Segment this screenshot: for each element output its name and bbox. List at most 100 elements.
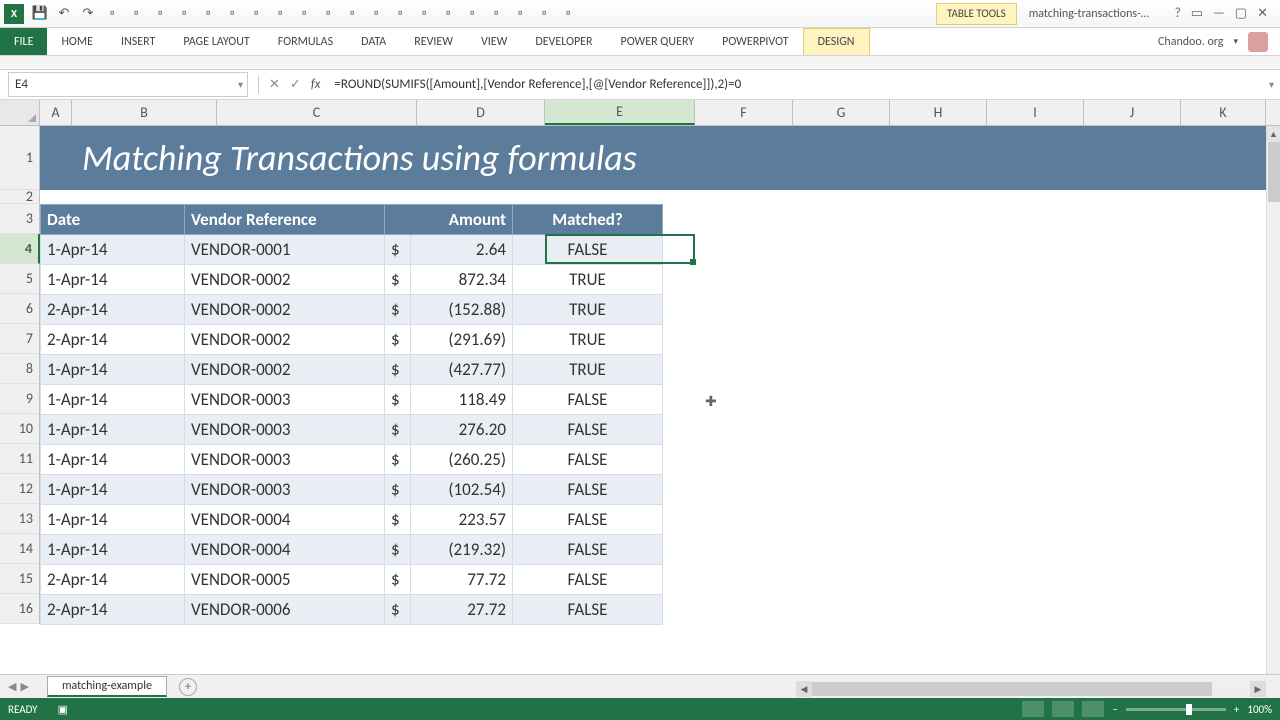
cell-matched[interactable]: FALSE <box>513 595 663 625</box>
tab-insert[interactable]: INSERT <box>107 28 169 55</box>
cell-currency[interactable]: $ <box>385 355 411 385</box>
scroll-up-icon[interactable]: ▲ <box>1267 126 1280 142</box>
qat-btn[interactable]: ▫ <box>316 3 340 25</box>
cell-amount[interactable]: 872.34 <box>411 265 513 295</box>
table-row[interactable]: 2-Apr-14VENDOR-0005$77.72FALSE <box>41 565 663 595</box>
cell-date[interactable]: 1-Apr-14 <box>41 355 185 385</box>
cell-date[interactable]: 2-Apr-14 <box>41 595 185 625</box>
col-header[interactable]: B <box>72 100 217 125</box>
cell-vendor[interactable]: VENDOR-0002 <box>185 265 385 295</box>
cell-matched[interactable]: TRUE <box>513 265 663 295</box>
cell-matched[interactable]: FALSE <box>513 385 663 415</box>
sheet-prev-icon[interactable]: ◀ <box>8 680 16 693</box>
row-header[interactable]: 2 <box>0 190 40 204</box>
tab-data[interactable]: DATA <box>347 28 400 55</box>
th-matched[interactable]: Matched? <box>513 205 663 235</box>
cell-currency[interactable]: $ <box>385 595 411 625</box>
table-row[interactable]: 1-Apr-14VENDOR-0002$(427.77)TRUE <box>41 355 663 385</box>
view-break-icon[interactable] <box>1082 701 1104 717</box>
cell-amount[interactable]: (219.32) <box>411 535 513 565</box>
cell-amount[interactable]: 118.49 <box>411 385 513 415</box>
cell-amount[interactable]: (102.54) <box>411 475 513 505</box>
row-header[interactable]: 3 <box>0 204 40 234</box>
cell-vendor[interactable]: VENDOR-0003 <box>185 445 385 475</box>
qat-btn[interactable]: ▫ <box>196 3 220 25</box>
qat-btn[interactable]: ▫ <box>124 3 148 25</box>
macro-record-icon[interactable]: ▣ <box>58 703 68 716</box>
account-label[interactable]: Chandoo. org <box>1158 35 1223 49</box>
avatar-icon[interactable] <box>1248 32 1268 52</box>
cell-vendor[interactable]: VENDOR-0001 <box>185 235 385 265</box>
cell-vendor[interactable]: VENDOR-0006 <box>185 595 385 625</box>
scroll-right-icon[interactable]: ▶ <box>1250 681 1266 697</box>
qat-btn[interactable]: ▫ <box>532 3 556 25</box>
cell-currency[interactable]: $ <box>385 235 411 265</box>
cell-vendor[interactable]: VENDOR-0003 <box>185 385 385 415</box>
cell-vendor[interactable]: VENDOR-0002 <box>185 355 385 385</box>
cell-date[interactable]: 2-Apr-14 <box>41 325 185 355</box>
col-header[interactable]: G <box>793 100 890 125</box>
tab-powerpivot[interactable]: POWERPIVOT <box>708 28 802 55</box>
col-header[interactable]: F <box>695 100 793 125</box>
tab-developer[interactable]: DEVELOPER <box>521 28 606 55</box>
qat-btn[interactable]: ▫ <box>364 3 388 25</box>
col-header[interactable]: D <box>417 100 545 125</box>
cell-vendor[interactable]: VENDOR-0002 <box>185 325 385 355</box>
title-cell[interactable]: Matching Transactions using formulas <box>40 126 1266 190</box>
table-row[interactable]: 1-Apr-14VENDOR-0004$223.57FALSE <box>41 505 663 535</box>
cell-matched[interactable]: TRUE <box>513 355 663 385</box>
cell-date[interactable]: 1-Apr-14 <box>41 235 185 265</box>
save-icon[interactable]: 💾 <box>28 3 52 25</box>
minimize-icon[interactable]: — <box>1213 6 1225 21</box>
col-header[interactable]: A <box>40 100 72 125</box>
name-box[interactable]: E4 ▾ <box>8 72 248 97</box>
tab-power-query[interactable]: POWER QUERY <box>607 28 709 55</box>
zoom-in-icon[interactable]: + <box>1234 703 1239 716</box>
cell-currency[interactable]: $ <box>385 445 411 475</box>
cell-matched[interactable]: FALSE <box>513 505 663 535</box>
view-layout-icon[interactable] <box>1052 701 1074 717</box>
qat-btn[interactable]: ▫ <box>556 3 580 25</box>
cell-amount[interactable]: 223.57 <box>411 505 513 535</box>
scroll-left-icon[interactable]: ◀ <box>796 681 812 697</box>
cell-date[interactable]: 1-Apr-14 <box>41 535 185 565</box>
cell-amount[interactable]: (152.88) <box>411 295 513 325</box>
row-header[interactable]: 15 <box>0 564 40 594</box>
row-header[interactable]: 13 <box>0 504 40 534</box>
tab-design[interactable]: DESIGN <box>803 28 870 55</box>
row-header[interactable]: 9 <box>0 384 40 414</box>
view-normal-icon[interactable] <box>1022 701 1044 717</box>
cell-currency[interactable]: $ <box>385 385 411 415</box>
cell-amount[interactable]: 77.72 <box>411 565 513 595</box>
undo-icon[interactable]: ↶ <box>52 3 76 25</box>
qat-btn[interactable]: ▫ <box>388 3 412 25</box>
sheet-tab[interactable]: matching-example <box>47 676 167 697</box>
qat-btn[interactable]: ▫ <box>460 3 484 25</box>
col-header[interactable]: I <box>987 100 1084 125</box>
qat-btn[interactable]: ▫ <box>268 3 292 25</box>
qat-btn[interactable]: ▫ <box>292 3 316 25</box>
row-header[interactable]: 16 <box>0 594 40 624</box>
table-row[interactable]: 2-Apr-14VENDOR-0002$(291.69)TRUE <box>41 325 663 355</box>
table-row[interactable]: 2-Apr-14VENDOR-0002$(152.88)TRUE <box>41 295 663 325</box>
col-header[interactable]: K <box>1181 100 1266 125</box>
row-header[interactable]: 14 <box>0 534 40 564</box>
redo-icon[interactable]: ↷ <box>76 3 100 25</box>
chevron-down-icon[interactable]: ▾ <box>238 78 243 91</box>
cell-matched[interactable]: TRUE <box>513 295 663 325</box>
qat-btn[interactable]: ▫ <box>412 3 436 25</box>
table-row[interactable]: 1-Apr-14VENDOR-0003$118.49FALSE <box>41 385 663 415</box>
cell-date[interactable]: 1-Apr-14 <box>41 385 185 415</box>
tab-home[interactable]: HOME <box>47 28 107 55</box>
th-date[interactable]: Date <box>41 205 185 235</box>
row-header[interactable]: 7 <box>0 324 40 354</box>
cell-date[interactable]: 1-Apr-14 <box>41 265 185 295</box>
formula-input[interactable]: =ROUND(SUMIFS([Amount],[Vendor Reference… <box>326 70 1280 99</box>
cell-matched[interactable]: FALSE <box>513 415 663 445</box>
scroll-thumb[interactable] <box>812 682 1212 696</box>
row-header[interactable]: 8 <box>0 354 40 384</box>
tab-review[interactable]: REVIEW <box>400 28 467 55</box>
cell-vendor[interactable]: VENDOR-0002 <box>185 295 385 325</box>
zoom-out-icon[interactable]: − <box>1112 703 1117 716</box>
qat-btn[interactable]: ▫ <box>508 3 532 25</box>
